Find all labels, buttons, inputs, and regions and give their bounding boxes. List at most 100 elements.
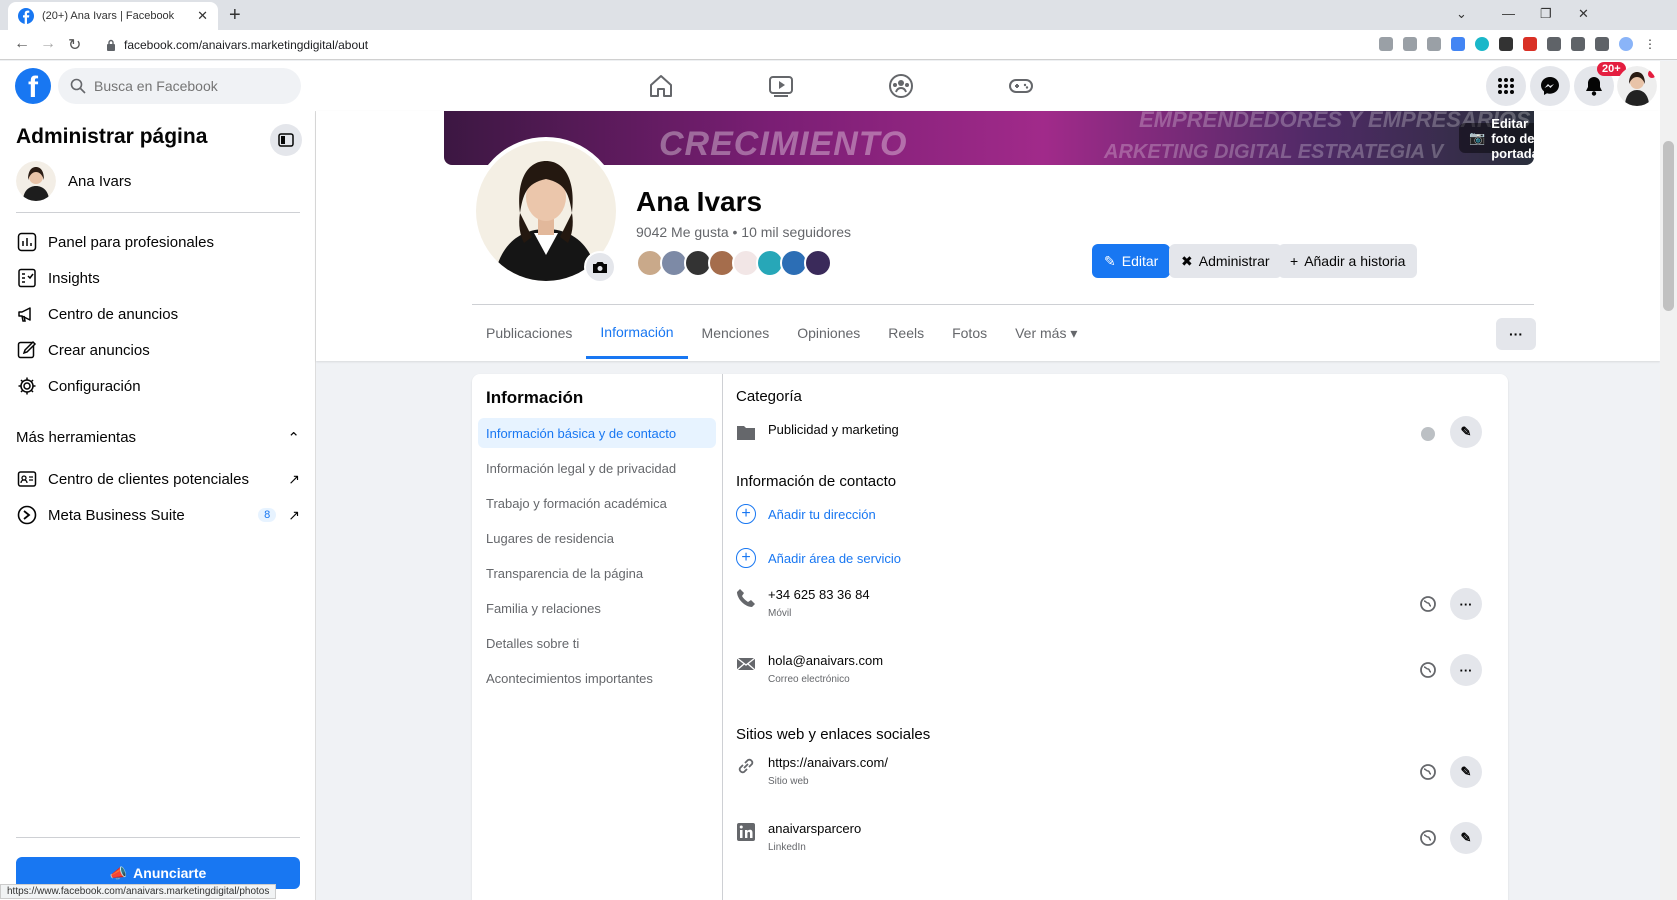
plus-icon: + [1290, 253, 1299, 269]
website-value[interactable]: https://anaivars.com/ [768, 755, 888, 770]
about-nav-work-education[interactable]: Trabajo y formación académica [478, 488, 716, 518]
sidebar-item-settings[interactable]: Configuración [16, 368, 300, 404]
about-nav-legal-privacy[interactable]: Información legal y de privacidad [478, 453, 716, 483]
category-value: Publicidad y marketing [768, 422, 899, 437]
reload-icon[interactable]: ↻ [68, 35, 81, 55]
menu-grid-button[interactable] [1486, 66, 1526, 106]
about-nav-family[interactable]: Familia y relaciones [478, 593, 716, 623]
change-photo-button[interactable] [584, 251, 616, 283]
sidebar-item-meta-business-suite[interactable]: Meta Business Suite 8 ↗ [16, 497, 300, 533]
camera-icon: 📷 [1469, 130, 1486, 145]
edit-category-button[interactable]: ✎ [1450, 416, 1482, 448]
close-window-icon[interactable]: ✕ [1578, 6, 1589, 22]
sidebar-profile[interactable]: Ana Ivars [16, 161, 131, 201]
browser-tab[interactable]: (20+) Ana Ivars | Facebook ✕ [8, 2, 218, 30]
about-nav-places[interactable]: Lugares de residencia [478, 523, 716, 553]
tab-photos[interactable]: Fotos [938, 307, 1001, 359]
more-options-button[interactable]: ··· [1496, 318, 1536, 350]
plus-circle-icon: + [736, 548, 756, 568]
puzzle-icon[interactable] [1547, 37, 1561, 51]
sidebar-item-leads-center[interactable]: Centro de clientes potenciales ↗ [16, 461, 300, 497]
about-nav-transparency[interactable]: Transparencia de la página [478, 558, 716, 588]
email-options-button[interactable]: ··· [1450, 654, 1482, 686]
close-tab-icon[interactable]: ✕ [197, 8, 208, 24]
linkedin-value[interactable]: anaivarsparcero [768, 821, 861, 836]
tab-about[interactable]: Información [586, 307, 688, 359]
add-service-area-label: Añadir área de servicio [768, 550, 901, 566]
globe-icon[interactable] [1420, 830, 1436, 846]
sidebar-item-insights[interactable]: Insights [16, 260, 300, 296]
edit-website-button[interactable]: ✎ [1450, 756, 1482, 788]
sidebar-item-ad-center[interactable]: Centro de anuncios [16, 296, 300, 332]
translate-icon[interactable] [1451, 37, 1465, 51]
sidebar-item-dashboard[interactable]: Panel para profesionales [16, 224, 300, 260]
search-input[interactable] [94, 78, 274, 94]
page-stats: 9042 Me gusta • 10 mil seguidores [636, 224, 852, 240]
scrollbar-thumb[interactable] [1663, 141, 1674, 311]
share-icon[interactable] [1403, 37, 1417, 51]
sidepanel-icon[interactable] [1595, 37, 1609, 51]
tab-reviews[interactable]: Opiniones [783, 307, 874, 359]
new-tab-icon[interactable]: + [229, 4, 241, 26]
extension-red-icon[interactable] [1523, 37, 1537, 51]
linkedin-icon [737, 823, 755, 841]
downloads-icon[interactable] [1571, 37, 1585, 51]
phone-options-button[interactable]: ··· [1450, 588, 1482, 620]
email-row: hola@anaivars.com Correo electrónico [736, 653, 1486, 685]
facebook-header: f 20+ [0, 61, 1660, 111]
groups-icon[interactable] [888, 73, 914, 99]
forward-icon[interactable]: → [40, 35, 56, 53]
home-icon[interactable] [648, 73, 674, 99]
sidebar-item-label: Centro de clientes potenciales [48, 470, 249, 488]
about-nav-life-events[interactable]: Acontecimientos importantes [478, 663, 716, 693]
manage-button[interactable]: ✖ Administrar [1169, 244, 1282, 278]
chevron-up-icon: ⌃ [287, 430, 300, 447]
menu-dots-icon[interactable]: ⋮ [1643, 37, 1657, 51]
add-story-button[interactable]: + Añadir a historia [1278, 244, 1418, 278]
camera-icon [593, 262, 607, 273]
gaming-icon[interactable] [1008, 73, 1034, 99]
facebook-logo-icon[interactable]: f [15, 68, 51, 104]
extension-icon[interactable] [1499, 37, 1513, 51]
sidebar-item-create-ads[interactable]: Crear anuncios [16, 332, 300, 368]
add-service-area-link[interactable]: + Añadir área de servicio [736, 548, 901, 568]
profile-header: CRECIMIENTO EMPRENDEDORES Y EMPRESARIOS … [316, 111, 1660, 361]
restore-icon[interactable]: ❐ [1540, 6, 1552, 22]
watch-icon[interactable] [768, 73, 794, 99]
follower-avatars[interactable] [636, 249, 832, 277]
collapse-sidebar-button[interactable] [270, 124, 302, 156]
globe-icon[interactable] [1420, 596, 1436, 612]
sidebar-item-label: Crear anuncios [48, 341, 150, 359]
star-icon[interactable] [1427, 37, 1441, 51]
edit-linkedin-button[interactable]: ✎ [1450, 822, 1482, 854]
more-tools-header[interactable]: Más herramientas ⌃ [16, 429, 300, 447]
about-nav-basic-contact[interactable]: Información básica y de contacto [478, 418, 716, 448]
download-icon[interactable] [1379, 37, 1393, 51]
tab-posts[interactable]: Publicaciones [472, 307, 586, 359]
manage-label: Administrar [1198, 253, 1270, 269]
back-icon[interactable]: ← [14, 35, 30, 53]
account-avatar[interactable] [1617, 66, 1657, 106]
add-address-link[interactable]: + Añadir tu dirección [736, 504, 876, 524]
tab-see-more[interactable]: Ver más ▾ [1001, 307, 1091, 359]
email-value: hola@anaivars.com [768, 653, 884, 668]
grammarly-icon[interactable] [1475, 37, 1489, 51]
minimize-icon[interactable]: — [1502, 6, 1515, 21]
search-box[interactable] [58, 68, 301, 104]
edit-cover-button[interactable]: 📷 Editar foto de portada [1459, 116, 1534, 161]
about-card: Información Información básica y de cont… [472, 374, 1508, 900]
divider [472, 304, 1534, 305]
edit-button[interactable]: ✎ Editar [1092, 244, 1171, 278]
tab-mentions[interactable]: Menciones [688, 307, 784, 359]
globe-icon[interactable] [1420, 764, 1436, 780]
about-nav-details[interactable]: Detalles sobre ti [478, 628, 716, 658]
pencil-icon: ✎ [1460, 830, 1472, 845]
tab-search-icon[interactable]: ⌄ [1456, 6, 1467, 22]
messenger-button[interactable] [1530, 66, 1570, 106]
cover-photo[interactable]: CRECIMIENTO EMPRENDEDORES Y EMPRESARIOS … [444, 111, 1534, 165]
globe-icon[interactable] [1420, 662, 1436, 678]
page-scrollbar[interactable] [1660, 61, 1677, 900]
tab-reels[interactable]: Reels [874, 307, 938, 359]
profile-icon[interactable] [1619, 37, 1633, 51]
phone-value: +34 625 83 36 84 [768, 587, 870, 602]
